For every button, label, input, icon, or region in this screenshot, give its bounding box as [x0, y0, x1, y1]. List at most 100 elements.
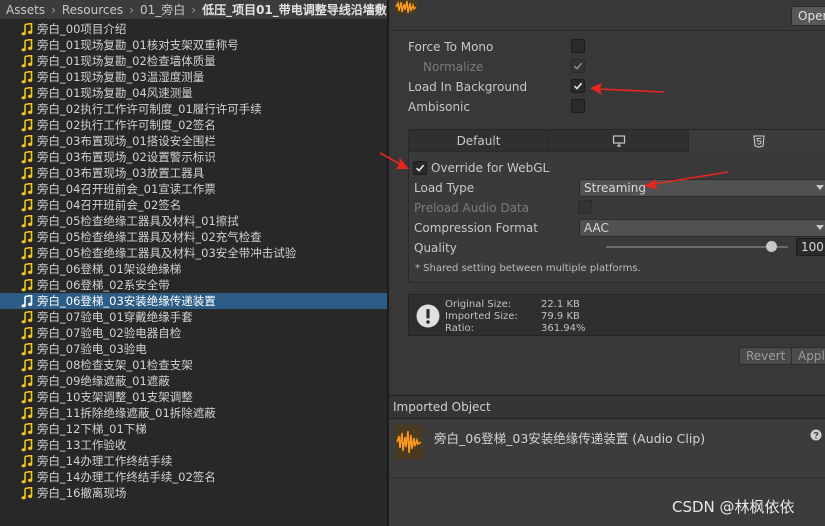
ambisonic-checkbox[interactable]	[571, 99, 585, 113]
file-name: 旁白_03布置现场_01搭设安全围栏	[37, 134, 216, 148]
audio-waveform-icon	[395, 0, 417, 14]
compression-format-dropdown[interactable]: AAC	[579, 219, 825, 237]
quality-slider-handle[interactable]	[766, 241, 777, 252]
force-to-mono-checkbox[interactable]	[571, 39, 585, 53]
apply-button[interactable]: Apply	[791, 347, 825, 365]
file-row[interactable]: 旁白_04召开班前会_02签名	[0, 197, 387, 213]
revert-button[interactable]: Revert	[739, 347, 793, 365]
chevron-down-icon	[816, 185, 824, 190]
audio-note-icon	[20, 70, 34, 84]
audio-note-icon	[20, 198, 34, 212]
file-name: 旁白_14办理工作终结手续	[37, 454, 173, 468]
file-row[interactable]: 旁白_00项目介绍	[0, 21, 387, 37]
audio-note-icon	[20, 406, 34, 420]
open-button[interactable]: Open	[791, 6, 825, 26]
file-row[interactable]: 旁白_08检查支架_01检查支架	[0, 357, 387, 373]
load-type-value: Streaming	[584, 181, 646, 195]
audio-note-icon	[20, 294, 34, 308]
breadcrumb-resources[interactable]: Resources	[62, 3, 123, 17]
file-row[interactable]: 旁白_03布置现场_01搭设安全围栏	[0, 133, 387, 149]
file-row[interactable]: 旁白_06登梯_01架设绝缘梯	[0, 261, 387, 277]
file-row[interactable]: 旁白_03布置现场_03放置工器具	[0, 165, 387, 181]
file-row[interactable]: 旁白_07验电_03验电	[0, 341, 387, 357]
platform-tabs: Default	[409, 130, 825, 152]
file-name: 旁白_10支架调整_01支架调整	[37, 390, 193, 404]
tab-webgl[interactable]	[689, 130, 825, 152]
import-size-info: Original Size: 22.1 KB Imported Size: 79…	[408, 294, 825, 336]
tab-default[interactable]: Default	[409, 130, 549, 152]
file-row[interactable]: 旁白_05检查绝缘工器具及材料_02充气检查	[0, 229, 387, 245]
platform-settings-box: Default Override for WebGL Load Type Str…	[408, 129, 825, 283]
file-row[interactable]: 旁白_03布置现场_02设置警示标识	[0, 149, 387, 165]
file-row[interactable]: 旁白_05检查绝缘工器具及材料_01擦拭	[0, 213, 387, 229]
file-row[interactable]: 旁白_12下梯_01下梯	[0, 421, 387, 437]
audio-note-icon	[20, 182, 34, 196]
load-type-dropdown[interactable]: Streaming	[579, 179, 825, 197]
file-row[interactable]: 旁白_16撤离现场	[0, 485, 387, 501]
file-row[interactable]: 旁白_11拆除绝缘遮蔽_01拆除遮蔽	[0, 405, 387, 421]
breadcrumb-separator-icon: ›	[191, 2, 197, 17]
load-in-background-checkbox[interactable]	[571, 79, 585, 93]
tab-standalone[interactable]	[549, 130, 689, 152]
file-row[interactable]: 旁白_06登梯_02系安全带	[0, 277, 387, 293]
divider	[389, 477, 825, 478]
file-row[interactable]: 旁白_01现场复勘_03温湿度测量	[0, 69, 387, 85]
audio-note-icon	[20, 214, 34, 228]
audio-note-icon	[20, 134, 34, 148]
file-name: 旁白_05检查绝缘工器具及材料_03安全带冲击试验	[37, 246, 297, 260]
shared-setting-note: * Shared setting between multiple platfo…	[415, 263, 641, 274]
file-row[interactable]: 旁白_14办理工作终结手续_02签名	[0, 469, 387, 485]
file-row[interactable]: 旁白_07验电_02验电器自检	[0, 325, 387, 341]
file-name: 旁白_13工作验收	[37, 438, 127, 452]
file-row[interactable]: 旁白_01现场复勘_04风速测量	[0, 85, 387, 101]
compression-format-label: Compression Format	[414, 221, 538, 235]
asset-file-list: 旁白_00项目介绍 旁白_01现场复勘_01核对支架双重称号 旁白_01现场复勘_0…	[0, 21, 387, 501]
file-row[interactable]: 旁白_14办理工作终结手续	[0, 453, 387, 469]
breadcrumb-project-folder[interactable]: 低压_项目01_带电调整导线沿墙敷设	[202, 1, 387, 18]
audio-note-icon	[20, 374, 34, 388]
imported-object-section: Imported Object 旁白_06登梯_03安装绝缘传递装置 (Audi…	[389, 395, 825, 526]
imported-size-value: 79.9 KB	[541, 311, 580, 322]
watermark-text: CSDN @林枫依依	[672, 498, 795, 516]
load-type-label: Load Type	[414, 181, 475, 195]
ambisonic-label: Ambisonic	[408, 100, 470, 114]
file-name: 旁白_08检查支架_01检查支架	[37, 358, 193, 372]
file-row[interactable]: 旁白_13工作验收	[0, 437, 387, 453]
file-name: 旁白_06登梯_01架设绝缘梯	[37, 262, 182, 276]
original-size-value: 22.1 KB	[541, 299, 580, 310]
override-webgl-checkbox[interactable]	[413, 161, 427, 175]
audio-note-icon	[20, 486, 34, 500]
file-row[interactable]: 旁白_07验电_01穿戴绝缘手套	[0, 309, 387, 325]
file-row[interactable]: 旁白_09绝缘遮蔽_01遮蔽	[0, 373, 387, 389]
quality-input[interactable]: 100	[796, 238, 825, 256]
file-name: 旁白_12下梯_01下梯	[37, 422, 147, 436]
file-name: 旁白_04召开班前会_02签名	[37, 198, 182, 212]
file-row[interactable]: 旁白_01现场复勘_02检查墙体质量	[0, 53, 387, 69]
breadcrumb-assets[interactable]: Assets	[6, 3, 45, 17]
audio-note-icon	[20, 54, 34, 68]
file-row[interactable]: 旁白_02执行工作许可制度_01履行许可手续	[0, 101, 387, 117]
file-row[interactable]: 旁白_02执行工作许可制度_02签名	[0, 117, 387, 133]
file-name: 旁白_16撤离现场	[37, 486, 127, 500]
breadcrumb-narration-folder[interactable]: 01_旁白	[140, 1, 185, 18]
file-name: 旁白_03布置现场_02设置警示标识	[37, 150, 216, 164]
file-row[interactable]: 旁白_10支架调整_01支架调整	[0, 389, 387, 405]
quality-slider-track[interactable]	[606, 246, 788, 248]
html5-icon	[752, 134, 765, 148]
file-name: 旁白_07验电_02验电器自检	[37, 326, 182, 340]
inspector-panel: Open Force To Mono Normalize Load In Bac…	[389, 0, 825, 526]
audio-note-icon	[20, 310, 34, 324]
compression-format-value: AAC	[584, 221, 609, 235]
file-row[interactable]: 旁白_05检查绝缘工器具及材料_03安全带冲击试验	[0, 245, 387, 261]
file-name: 旁白_04召开班前会_01宣读工作票	[37, 182, 216, 196]
quality-label: Quality	[414, 241, 457, 255]
original-size-label: Original Size:	[445, 299, 512, 310]
file-name: 旁白_06登梯_02系安全带	[37, 278, 170, 292]
file-row[interactable]: 旁白_04召开班前会_01宣读工作票	[0, 181, 387, 197]
check-icon	[415, 164, 425, 172]
file-row[interactable]: 旁白_06登梯_03安装绝缘传递装置	[0, 293, 387, 309]
file-name: 旁白_11拆除绝缘遮蔽_01拆除遮蔽	[37, 406, 216, 420]
file-name: 旁白_02执行工作许可制度_02签名	[37, 118, 216, 132]
file-row[interactable]: 旁白_01现场复勘_01核对支架双重称号	[0, 37, 387, 53]
help-icon[interactable]	[810, 429, 822, 441]
